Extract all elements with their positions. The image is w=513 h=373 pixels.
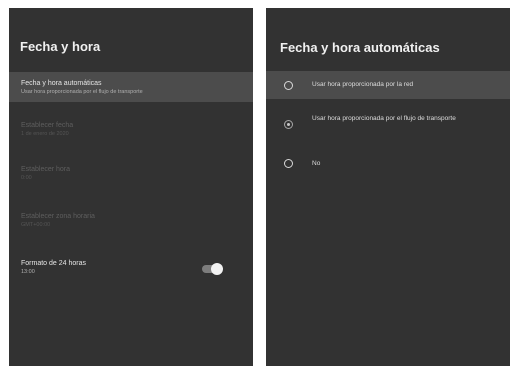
- item-subtitle: GMT+00:00: [21, 222, 51, 228]
- item-subtitle: 0:00: [21, 175, 32, 181]
- automatic-date-time-item[interactable]: Fecha y hora automáticas Usar hora propo…: [9, 72, 253, 102]
- option-transport-stream-time[interactable]: Usar hora proporcionada por el flujo de …: [266, 110, 510, 140]
- dialog-title: Fecha y hora automáticas: [280, 40, 440, 55]
- radio-checked-icon[interactable]: [284, 120, 293, 129]
- radio-unchecked-icon[interactable]: [284, 159, 293, 168]
- option-no[interactable]: No: [266, 153, 510, 175]
- item-title: Establecer zona horaria: [21, 213, 95, 220]
- 24-hour-format-item[interactable]: Formato de 24 horas 13:00: [9, 259, 253, 285]
- item-title: Establecer fecha: [21, 122, 74, 129]
- set-date-item[interactable]: Establecer fecha 1 de enero de 2020: [9, 121, 253, 145]
- radio-unchecked-icon[interactable]: [284, 81, 293, 90]
- option-label: Usar hora proporcionada por la red: [312, 81, 414, 88]
- automatic-date-time-dialog: Fecha y hora automáticas Usar hora propo…: [266, 8, 510, 366]
- item-title: Establecer hora: [21, 166, 71, 173]
- set-time-zone-item[interactable]: Establecer zona horaria GMT+00:00: [9, 212, 253, 236]
- item-subtitle: 1 de enero de 2020: [21, 131, 69, 137]
- set-time-item[interactable]: Establecer hora 0:00: [9, 165, 253, 189]
- date-time-settings-screen: Fecha y hora Fecha y hora automáticas Us…: [9, 8, 253, 366]
- item-subtitle: Usar hora proporcionada por el flujo de …: [21, 89, 143, 95]
- 24-hour-format-toggle[interactable]: [202, 263, 223, 275]
- item-title: Fecha y hora automáticas: [21, 80, 102, 87]
- option-network-time[interactable]: Usar hora proporcionada por la red: [266, 71, 510, 99]
- option-label: Usar hora proporcionada por el flujo de …: [312, 115, 456, 122]
- option-label: No: [312, 160, 321, 167]
- toggle-thumb: [211, 263, 223, 275]
- page-title: Fecha y hora: [20, 39, 101, 54]
